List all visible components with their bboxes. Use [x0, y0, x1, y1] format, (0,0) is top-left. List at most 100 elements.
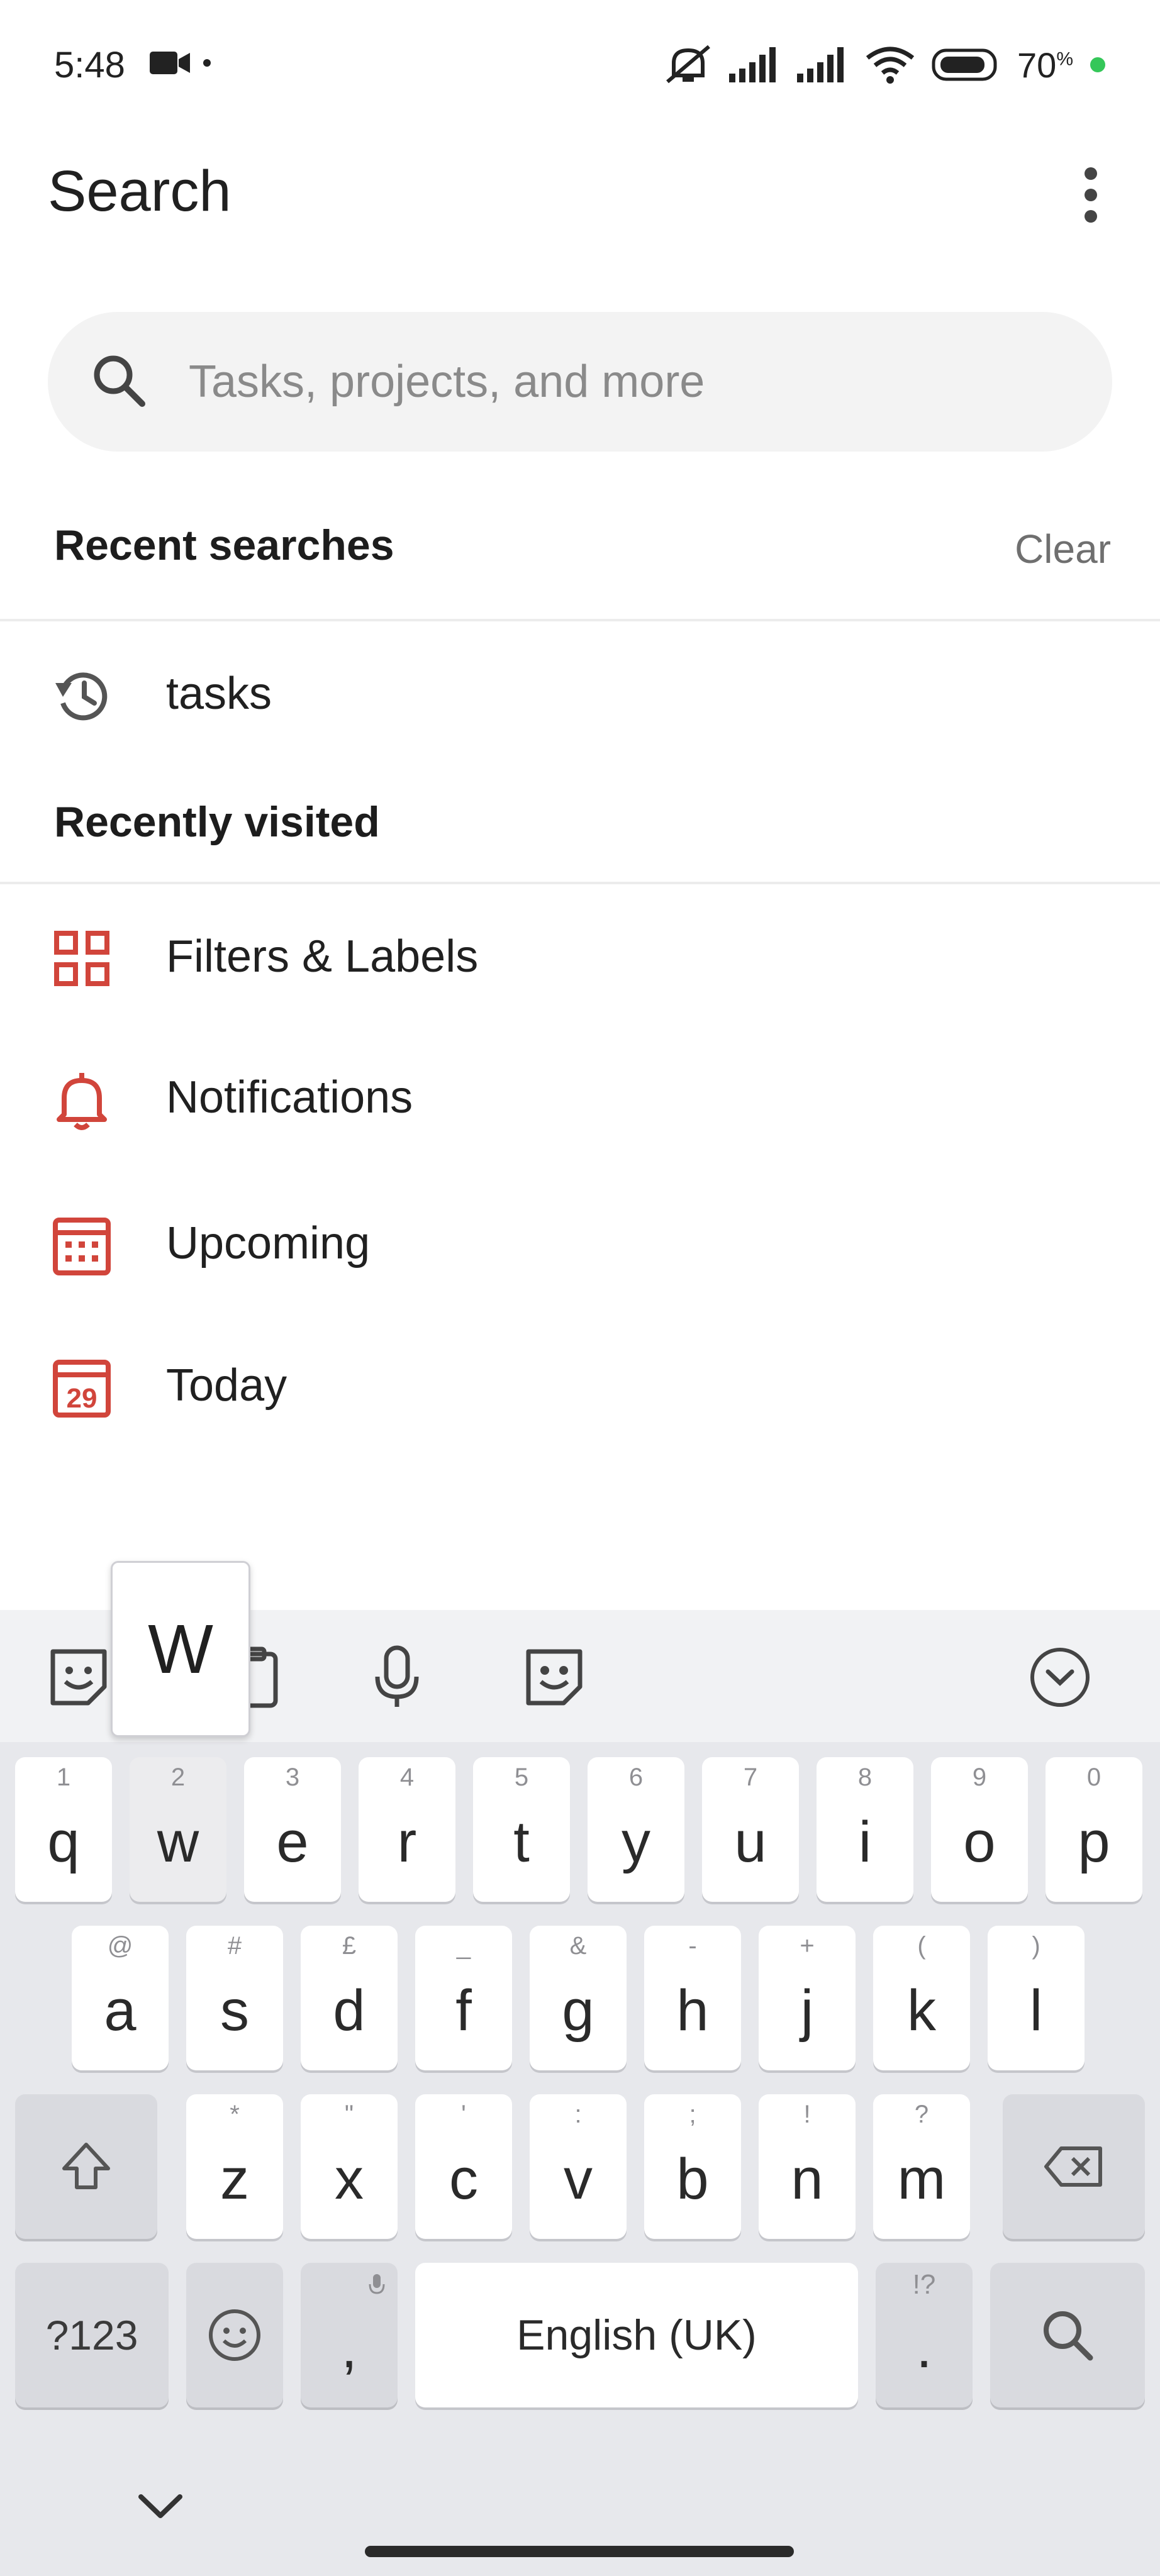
on-screen-keyboard: 1q 2w 3e 4r 5t 6y 7u 8i 9o 0p @ a # s £ d _… [0, 1610, 1160, 2576]
video-camera-icon [150, 52, 190, 74]
key-char: , [341, 2315, 357, 2380]
bell-icon [57, 1073, 107, 1130]
key-hint: : [574, 2101, 582, 2128]
key-hint: 6 [628, 1763, 644, 1791]
symbols-key[interactable]: ?123 [15, 2263, 169, 2407]
key-char: u [734, 1809, 767, 1874]
visited-item-label: Upcoming [166, 1218, 371, 1269]
key-hint: ( [917, 1932, 926, 1960]
key-f[interactable]: _ f [415, 1926, 512, 2070]
key-hint: & [569, 1932, 587, 1960]
key-q[interactable]: 1q [15, 1757, 112, 1902]
key-hint: ; [689, 2101, 696, 2128]
key-char: q [47, 1809, 80, 1874]
mute-icon [666, 45, 710, 84]
key-j[interactable]: + j [759, 1926, 856, 2070]
key-hint: 4 [399, 1763, 415, 1791]
key-y[interactable]: 6y [588, 1757, 684, 1902]
shift-key[interactable] [15, 2094, 157, 2239]
key-p[interactable]: 0p [1046, 1757, 1142, 1902]
emoji-key[interactable] [186, 2263, 283, 2407]
home-indicator[interactable] [365, 2546, 794, 2557]
calendar-grid-icon [53, 1218, 111, 1275]
search-input[interactable] [187, 347, 1071, 417]
key-b[interactable]: ; b [644, 2094, 741, 2239]
page-title: Search [48, 159, 231, 223]
key-d[interactable]: £ d [301, 1926, 398, 2070]
charging-dot-icon [1090, 57, 1105, 72]
key-char: . [916, 2315, 932, 2380]
key-w[interactable]: 2w [130, 1757, 226, 1902]
backspace-key[interactable] [1003, 2094, 1145, 2239]
key-char: t [513, 1809, 530, 1874]
mic-small-icon [369, 2274, 385, 2294]
recently-visited-heading: Recently visited [54, 798, 380, 846]
search-action-key[interactable] [990, 2263, 1145, 2407]
key-r[interactable]: 4r [359, 1757, 455, 1902]
more-options-button[interactable] [1066, 164, 1116, 226]
key-hint: 1 [56, 1763, 71, 1791]
visited-item-notifications[interactable]: Notifications [0, 1035, 1160, 1161]
key-hint: £ [342, 1932, 357, 1960]
calendar-day-number: 29 [67, 1383, 98, 1414]
key-m[interactable]: ? m [873, 2094, 970, 2239]
signal-icon [797, 47, 844, 82]
key-char: l [1029, 1978, 1043, 2043]
calendar-today-icon: 29 [53, 1360, 111, 1418]
collapse-chevron-icon[interactable] [1025, 1643, 1095, 1712]
key-char: n [791, 2146, 823, 2211]
key-n[interactable]: ! n [759, 2094, 856, 2239]
clear-button[interactable]: Clear [1015, 526, 1111, 572]
key-k[interactable]: (k [873, 1926, 970, 2070]
key-t[interactable]: 5t [473, 1757, 570, 1902]
key-char: e [276, 1809, 309, 1874]
hide-keyboard-icon[interactable] [132, 2478, 189, 2534]
microphone-icon[interactable] [362, 1643, 432, 1712]
key-char: g [562, 1978, 594, 2043]
key-char: k [907, 1978, 936, 2043]
key-a[interactable]: @ a [72, 1926, 169, 2070]
key-char: r [397, 1809, 417, 1874]
emoji-face-icon[interactable] [520, 1643, 589, 1712]
key-preview-popup: w [111, 1561, 250, 1737]
key-h[interactable]: -h [644, 1926, 741, 2070]
period-key[interactable]: !?. [876, 2263, 973, 2407]
search-bar[interactable] [48, 312, 1112, 452]
key-x[interactable]: " x [301, 2094, 398, 2239]
space-key[interactable]: English (UK) [415, 2263, 858, 2407]
key-char: d [333, 1978, 365, 2043]
key-i[interactable]: 8i [817, 1757, 913, 1902]
sticker-icon[interactable] [44, 1643, 113, 1712]
key-char: i [858, 1809, 872, 1874]
key-o[interactable]: 9o [931, 1757, 1028, 1902]
recent-searches-heading: Recent searches [54, 521, 394, 569]
comma-key[interactable]: , [301, 2263, 398, 2407]
key-hint: + [800, 1932, 815, 1960]
key-char: y [622, 1809, 650, 1874]
more-vertical-icon [1085, 167, 1097, 180]
key-char: c [449, 2146, 478, 2211]
visited-item-filters-labels[interactable]: Filters & Labels [0, 894, 1160, 1020]
recent-search-item[interactable]: tasks [0, 631, 1160, 757]
key-e[interactable]: 3e [244, 1757, 341, 1902]
key-g[interactable]: & g [530, 1926, 627, 2070]
visited-item-today[interactable]: 29 Today [0, 1323, 1160, 1449]
key-c[interactable]: ' c [415, 2094, 512, 2239]
key-char: v [564, 2146, 593, 2211]
status-left-icons [150, 49, 211, 77]
key-char: a [104, 1978, 137, 2043]
status-bar: 5:48 70% [0, 0, 1160, 126]
key-v[interactable]: :v [530, 2094, 627, 2239]
visited-item-label: Filters & Labels [166, 931, 479, 982]
visited-item-upcoming[interactable]: Upcoming [0, 1181, 1160, 1307]
key-hint: 8 [857, 1763, 873, 1791]
divider [0, 619, 1160, 621]
key-u[interactable]: 7u [702, 1757, 799, 1902]
key-char: h [676, 1978, 709, 2043]
key-l[interactable]: ) l [988, 1926, 1085, 2070]
key-z[interactable]: * z [186, 2094, 283, 2239]
key-hint: - [688, 1932, 697, 1960]
wifi-icon [866, 47, 915, 84]
key-s[interactable]: # s [186, 1926, 283, 2070]
key-char: f [455, 1978, 472, 2043]
